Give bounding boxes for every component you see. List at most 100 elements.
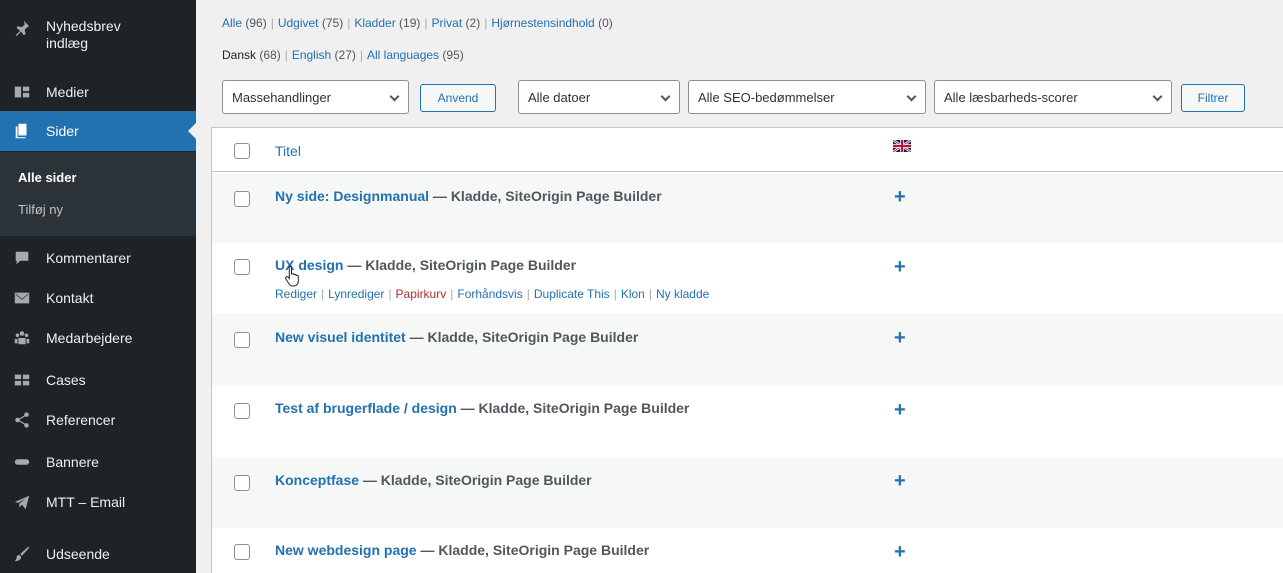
share-icon [12, 410, 32, 430]
add-translation-icon[interactable]: + [894, 328, 906, 348]
pages-table: Titel Ny side: Designmanual — Kladde, Si… [211, 127, 1283, 573]
hand-cursor-icon [285, 265, 299, 287]
add-translation-icon[interactable]: + [894, 257, 906, 277]
page-state: — Kladde, SiteOrigin Page Builder [405, 329, 639, 345]
sidebar-item-label: indlæg [46, 35, 89, 51]
chevron-down-icon [389, 91, 400, 102]
page-title-link[interactable]: UX design — Kladde, SiteOrigin Page Buil… [275, 257, 576, 273]
admin-sidebar: Nyhedsbrev indlæg Medier Sider Alle sider… [0, 0, 196, 573]
pages-submenu: Alle sider Tilføj ny [0, 152, 196, 236]
sidebar-item-comments[interactable]: Kommentarer [0, 240, 196, 276]
bulk-actions-select[interactable]: Massehandlinger [222, 80, 409, 114]
sidebar-item-media[interactable]: Medier [0, 74, 196, 110]
chevron-down-icon [660, 91, 671, 102]
clone-link[interactable]: Klon [621, 287, 645, 301]
filter-drafts[interactable]: Kladder (19) [354, 16, 420, 30]
preview-link[interactable]: Forhåndsvis [457, 287, 522, 301]
submenu-all-pages[interactable]: Alle sider [18, 170, 77, 185]
brush-icon [12, 544, 32, 564]
comment-icon [12, 248, 32, 268]
media-icon [12, 82, 32, 102]
pages-icon [12, 121, 32, 141]
new-draft-link[interactable]: Ny kladde [656, 287, 709, 301]
filter-all[interactable]: Alle (96) [222, 16, 267, 30]
sidebar-item-pages[interactable]: Sider [0, 111, 196, 151]
select-value: Alle SEO-bedømmelser [698, 89, 835, 105]
sidebar-item-references[interactable]: Referencer [0, 402, 196, 438]
send-icon [12, 492, 32, 512]
mail-icon [12, 288, 32, 308]
ellipsis-icon [12, 452, 32, 472]
filter-lang-danish[interactable]: Dansk (68) [222, 48, 281, 62]
duplicate-link[interactable]: Duplicate This [534, 287, 610, 301]
select-all-checkbox[interactable] [234, 143, 250, 159]
page-title-link[interactable]: New visuel identitet — Kladde, SiteOrigi… [275, 329, 638, 345]
date-filter-select[interactable]: Alle datoer [518, 80, 680, 114]
page-title-link[interactable]: Test af brugerflade / design — Kladde, S… [275, 400, 689, 416]
filter-published[interactable]: Udgivet (75) [278, 16, 343, 30]
sidebar-item-appearance[interactable]: Udseende [0, 536, 196, 572]
chevron-down-icon [1152, 91, 1163, 102]
page-state: — Kladde, SiteOrigin Page Builder [343, 257, 577, 273]
sidebar-item-label: Bannere [46, 453, 99, 470]
table-row: Ny side: Designmanual — Kladde, SiteOrig… [212, 173, 1283, 243]
language-filter-links: Dansk (68) | English (27) | All languages (9… [222, 48, 464, 62]
sidebar-item-label: MTT – Email [46, 493, 126, 510]
filter-lang-all[interactable]: All languages (95) [367, 48, 464, 62]
sidebar-item-newsletter-posts[interactable]: Nyhedsbrev indlæg [0, 6, 196, 64]
page-state: — Kladde, SiteOrigin Page Builder [429, 188, 662, 204]
seo-filter-select[interactable]: Alle SEO-bedømmelser [688, 80, 926, 114]
sidebar-item-label: Medier [46, 83, 89, 100]
table-row: UX design — Kladde, SiteOrigin Page Buil… [212, 243, 1283, 314]
status-filter-links: Alle (96) | Udgivet (75) | Kladder (19) | Priv… [222, 16, 613, 30]
trash-link[interactable]: Papirkurv [396, 287, 447, 301]
pin-icon [12, 18, 32, 38]
sidebar-item-cases[interactable]: Cases [0, 362, 196, 398]
sidebar-item-label: Kommentarer [46, 249, 131, 266]
sidebar-item-label: Cases [46, 371, 86, 388]
filter-private[interactable]: Privat (2) [432, 16, 481, 30]
row-checkbox[interactable] [234, 191, 250, 207]
page-title-link[interactable]: New webdesign page — Kladde, SiteOrigin … [275, 542, 649, 558]
sidebar-item-banners[interactable]: Bannere [0, 444, 196, 480]
add-translation-icon[interactable]: + [894, 542, 906, 562]
sidebar-item-label: Sider [46, 122, 79, 139]
page-title-link[interactable]: Konceptfase — Kladde, SiteOrigin Page Bu… [275, 472, 592, 488]
row-checkbox[interactable] [234, 475, 250, 491]
row-checkbox[interactable] [234, 403, 250, 419]
chevron-down-icon [906, 91, 917, 102]
english-flag-icon [893, 140, 911, 152]
select-value: Alle læsbarheds-scorer [944, 89, 1078, 105]
grid-icon [12, 370, 32, 390]
page-title-link[interactable]: Ny side: Designmanual — Kladde, SiteOrig… [275, 188, 662, 204]
page-state: — Kladde, SiteOrigin Page Builder [456, 400, 690, 416]
apply-button[interactable]: Anvend [420, 84, 496, 112]
edit-link[interactable]: Rediger [275, 287, 317, 301]
sidebar-item-label: Medarbejdere [46, 329, 133, 346]
add-translation-icon[interactable]: + [894, 471, 906, 491]
filter-lang-english[interactable]: English (27) [292, 48, 356, 62]
quick-edit-link[interactable]: Lynrediger [328, 287, 384, 301]
sidebar-item-mtt-email[interactable]: MTT – Email [0, 484, 196, 520]
row-checkbox[interactable] [234, 544, 250, 560]
sidebar-item-label: Nyhedsbrev [46, 18, 121, 34]
row-checkbox[interactable] [234, 259, 250, 275]
add-translation-icon[interactable]: + [894, 400, 906, 420]
table-row: Test af brugerflade / design — Kladde, S… [212, 386, 1283, 457]
sidebar-item-contact[interactable]: Kontakt [0, 280, 196, 316]
table-row: Konceptfase — Kladde, SiteOrigin Page Bu… [212, 457, 1283, 528]
submenu-add-new[interactable]: Tilføj ny [18, 202, 63, 217]
filter-button[interactable]: Filtrer [1181, 84, 1245, 112]
select-value: Alle datoer [528, 89, 591, 105]
page-state: — Kladde, SiteOrigin Page Builder [359, 472, 592, 488]
row-checkbox[interactable] [234, 332, 250, 348]
column-title-header[interactable]: Titel [275, 143, 301, 159]
table-row: New visuel identitet — Kladde, SiteOrigi… [212, 314, 1283, 386]
page-state: — Kladde, SiteOrigin Page Builder [416, 542, 650, 558]
filter-cornerstone[interactable]: Hjørnestensindhold (0) [491, 16, 612, 30]
add-translation-icon[interactable]: + [894, 187, 906, 207]
readability-filter-select[interactable]: Alle læsbarheds-scorer [934, 80, 1172, 114]
sidebar-item-label: Udseende [46, 545, 110, 562]
table-header: Titel [212, 128, 1283, 172]
sidebar-item-employees[interactable]: Medarbejdere [0, 320, 196, 356]
